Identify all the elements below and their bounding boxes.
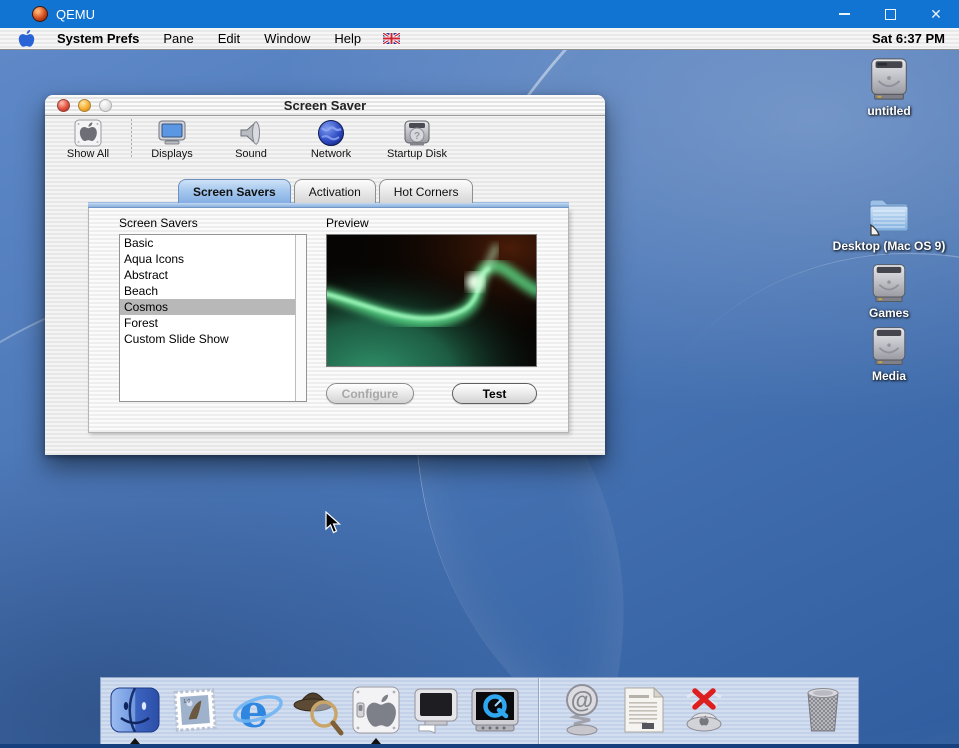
network-label: Network [311,148,351,160]
qemu-window-title: QEMU [56,7,95,22]
apple-icon [18,29,35,49]
toolbar-separator [131,119,132,159]
displays-label: Displays [151,148,193,160]
desktop-icon-label: Desktop (Mac OS 9) [833,239,946,253]
dock-mail-icon[interactable]: 1.0 [168,683,222,737]
desktop-icon-label: Games [869,306,909,320]
svg-text:e: e [239,684,268,737]
desktop-icon-label: Media [872,369,906,383]
folder-alias-icon [865,191,913,237]
dock-sherlock-icon[interactable] [291,683,345,737]
test-button[interactable]: Test [452,383,537,404]
displays-button[interactable]: Displays [133,116,211,160]
preferences-toolbar: Show All Displays [45,116,605,163]
screen-bottom-edge [0,744,959,748]
menu-pane[interactable]: Pane [163,31,193,46]
network-icon [317,118,345,148]
show-all-label: Show All [67,148,109,160]
dock-document-icon[interactable] [616,683,670,737]
screen: QEMU ✕ System Prefs Pane Edit Window Hel… [0,0,959,748]
desktop-icon-label: untitled [867,104,910,118]
tab-activation[interactable]: Activation [294,179,376,203]
dock: 1.0 e [100,677,859,744]
network-button[interactable]: Network [291,116,371,160]
desktop-icon-untitled[interactable]: untitled [841,56,937,118]
dock-finder-icon[interactable] [108,683,162,737]
sound-label: Sound [235,148,267,160]
window-titlebar[interactable]: Screen Saver [45,95,605,116]
dock-quicktime-icon[interactable] [468,683,522,737]
menu-clock[interactable]: Sat 6:37 PM [872,31,945,46]
svg-text:?: ? [414,131,420,142]
desktop: Screen Saver Show All [0,50,959,748]
qemu-maximize-button[interactable] [867,0,913,28]
list-item[interactable]: Basic [120,235,306,251]
uk-flag-icon [383,33,400,44]
dock-display-monitor-icon[interactable] [409,683,463,737]
sound-icon [238,118,264,148]
window-title: Screen Saver [45,98,605,113]
svg-text:1.0: 1.0 [183,698,191,704]
dock-separator [538,678,539,744]
list-item[interactable]: Forest [120,315,306,331]
qemu-minimize-button[interactable] [821,0,867,28]
dock-internet-explorer-icon[interactable]: e [231,683,285,737]
list-scrollbar[interactable] [295,235,306,401]
tab-bar: Screen Savers Activation Hot Corners [178,179,473,203]
displays-icon [157,118,187,148]
menu-help[interactable]: Help [334,31,361,46]
startup-disk-button[interactable]: ? Startup Disk [371,116,463,160]
list-item[interactable]: Custom Slide Show [120,331,306,347]
apple-menu[interactable] [18,29,35,49]
preview-label: Preview [326,216,369,230]
mouse-cursor [325,511,342,540]
tab-pane: Screen Savers Preview Basic Aqua Icons A… [88,208,569,433]
saver-list-label: Screen Savers [119,216,198,230]
list-item[interactable]: Beach [120,283,306,299]
show-all-button[interactable]: Show All [45,116,131,160]
close-icon: ✕ [930,7,942,21]
screen-saver-list[interactable]: Basic Aqua Icons Abstract Beach Cosmos F… [119,234,307,402]
saver-preview [326,234,537,367]
desktop-icon-media[interactable]: Media [841,321,937,383]
desktop-icon-desktop-os9[interactable]: Desktop (Mac OS 9) [841,191,937,253]
hard-drive-icon [868,321,910,367]
tab-screen-savers[interactable]: Screen Savers [178,179,291,203]
startup-disk-icon: ? [403,118,431,148]
screen-saver-window: Screen Saver Show All [45,95,605,455]
maximize-icon [885,9,896,20]
qemu-app-icon [32,6,48,22]
menu-edit[interactable]: Edit [218,31,240,46]
dock-trash-icon[interactable] [796,683,850,737]
menu-app[interactable]: System Prefs [57,31,139,46]
sound-button[interactable]: Sound [211,116,291,160]
list-item[interactable]: Abstract [120,267,306,283]
menu-window[interactable]: Window [264,31,310,46]
menu-bar: System Prefs Pane Edit Window Help Sat 6… [0,28,959,50]
list-item[interactable]: Aqua Icons [120,251,306,267]
tab-hot-corners[interactable]: Hot Corners [379,179,474,203]
desktop-icon-games[interactable]: Games [841,258,937,320]
dock-mail-spring-icon[interactable]: @ [555,683,609,737]
dock-system-preferences-icon[interactable] [349,683,403,737]
hard-drive-icon [868,258,910,304]
minimize-icon [839,13,850,15]
input-menu[interactable] [383,33,400,44]
svg-text:@: @ [571,687,593,713]
show-all-icon [74,118,102,148]
startup-disk-label: Startup Disk [387,148,447,160]
qemu-titlebar: QEMU ✕ [0,0,959,28]
hard-drive-icon [866,56,912,102]
qemu-close-button[interactable]: ✕ [913,0,959,28]
configure-button[interactable]: Configure [326,383,414,404]
dock-network-offline-icon[interactable] [677,683,731,737]
list-item-selected[interactable]: Cosmos [120,299,306,315]
